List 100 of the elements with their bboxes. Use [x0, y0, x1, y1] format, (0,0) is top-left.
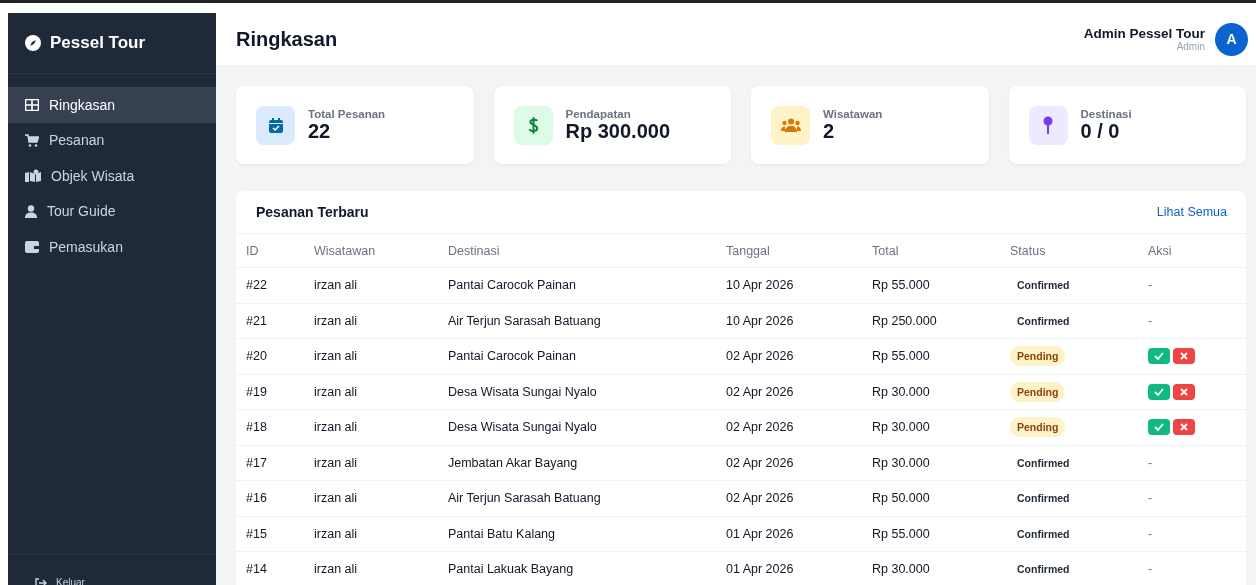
- table-cell-text: Jembatan Akar Bayang: [448, 455, 579, 470]
- compass-icon: [25, 35, 41, 51]
- table-cell-text: Air Terjun Sarasah Batuang: [448, 313, 602, 328]
- table-cell-text: #22: [246, 278, 268, 293]
- table-cell-text: #21: [246, 313, 268, 328]
- table-cell-text: Rp 55.000: [872, 349, 931, 364]
- table-cell-text: #16: [246, 491, 268, 506]
- sidebar-item[interactable]: Objek Wisata: [8, 158, 216, 194]
- column-header: Status: [1010, 243, 1047, 258]
- approve-button[interactable]: [1148, 419, 1170, 436]
- table-cell-text: 02 Apr 2026: [726, 349, 795, 364]
- sidebar-item[interactable]: Tour Guide: [8, 193, 216, 229]
- reject-button[interactable]: [1173, 383, 1195, 400]
- close-icon: [1180, 387, 1188, 396]
- check-icon: [1154, 387, 1164, 396]
- calendar-icon: [268, 117, 283, 133]
- table-cell-text: 02 Apr 2026: [726, 491, 795, 506]
- table-cell-text: Desa Wisata Sungai Nyalo: [448, 420, 598, 435]
- table-cell-text: irzan ali: [314, 420, 359, 435]
- user-name: Admin Pessel Tour: [1083, 26, 1205, 41]
- table-cell-text: irzan ali: [314, 562, 359, 577]
- see-all-link[interactable]: Lihat Semua: [1156, 205, 1227, 219]
- map-icon: [25, 169, 41, 183]
- column-header: Total: [872, 243, 900, 258]
- table-cell-text: irzan ali: [314, 491, 359, 506]
- table-cell-text: irzan ali: [314, 455, 359, 470]
- table-cell-text: 10 Apr 2026: [726, 278, 795, 293]
- status-label: Confirmed: [1016, 278, 1071, 294]
- stat-value: 2: [823, 119, 836, 143]
- status-label: Confirmed: [1016, 313, 1071, 329]
- table-cell-text: Air Terjun Sarasah Batuang: [448, 491, 602, 506]
- table-cell-text: #20: [246, 349, 268, 364]
- status-label: Confirmed: [1016, 491, 1071, 507]
- stat-value: Rp 300.000: [565, 119, 670, 143]
- cart-icon: [25, 133, 39, 147]
- status-badge: Pending: [1010, 346, 1066, 367]
- status-label: Confirmed: [1016, 526, 1071, 542]
- check-icon: [1154, 352, 1164, 361]
- approve-button[interactable]: [1148, 383, 1170, 400]
- reject-button[interactable]: [1173, 419, 1195, 436]
- logout-icon: [35, 577, 47, 585]
- table-cell-text: 02 Apr 2026: [726, 420, 795, 435]
- user-icon: [25, 204, 37, 218]
- status-badge: Pending: [1010, 417, 1066, 438]
- table-cell-text: 10 Apr 2026: [726, 313, 795, 328]
- table-cell-text: Rp 55.000: [872, 526, 931, 541]
- table-cell-text: Rp 30.000: [872, 420, 931, 435]
- sidebar-item[interactable]: Ringkasan: [8, 87, 216, 123]
- stat-label: Pendapatan: [565, 107, 632, 120]
- table-cell-text: Pantai Carocok Painan: [448, 349, 577, 364]
- table-cell: -: [1148, 455, 1153, 470]
- column-header: Destinasi: [448, 243, 501, 258]
- reject-button[interactable]: [1173, 348, 1195, 365]
- brand-name: Pessel Tour: [50, 33, 146, 53]
- table-cell-text: #19: [246, 384, 268, 399]
- avatar[interactable]: A: [1215, 22, 1248, 56]
- stat-value: 0 / 0: [1080, 119, 1121, 143]
- column-header: Tanggal: [726, 243, 771, 258]
- stat-label: Wisatawan: [823, 107, 883, 120]
- table-cell-text: #14: [246, 562, 268, 577]
- user-role: Admin: [1176, 41, 1205, 52]
- table-cell-text: irzan ali: [314, 349, 359, 364]
- close-icon: [1180, 352, 1188, 361]
- status-badge: Pending: [1010, 381, 1066, 402]
- check-icon: [1154, 423, 1164, 432]
- table-cell-text: irzan ali: [314, 526, 359, 541]
- table-cell: -: [1148, 562, 1153, 577]
- stat-value: 22: [308, 119, 332, 143]
- users-icon: [780, 118, 801, 132]
- column-header: Wisatawan: [314, 243, 377, 258]
- table-cell-text: Rp 250.000: [872, 313, 938, 328]
- table-cell-text: 02 Apr 2026: [726, 455, 795, 470]
- pin-icon: [1043, 116, 1053, 134]
- table-cell-text: Pantai Lakuak Bayang: [448, 562, 575, 577]
- wallet-icon: [25, 240, 39, 253]
- sidebar-item[interactable]: Pemasukan: [8, 229, 216, 265]
- table-cell-text: irzan ali: [314, 278, 359, 293]
- table-cell: -: [1148, 278, 1153, 293]
- table-cell-text: #18: [246, 420, 268, 435]
- table-cell-text: Rp 30.000: [872, 384, 931, 399]
- table-cell: -: [1148, 313, 1153, 328]
- table-cell-text: Pantai Carocok Painan: [448, 278, 577, 293]
- page-title: Ringkasan: [236, 27, 338, 51]
- approve-button[interactable]: [1148, 348, 1170, 365]
- table-cell-text: Rp 55.000: [872, 278, 931, 293]
- table-cell-text: #17: [246, 455, 268, 470]
- table-cell-text: 01 Apr 2026: [726, 562, 795, 577]
- table-cell-text: Pantai Batu Kalang: [448, 526, 557, 541]
- status-label: Confirmed: [1016, 455, 1071, 471]
- table-cell: -: [1148, 491, 1153, 506]
- column-header: Aksi: [1148, 243, 1173, 258]
- sidebar-item[interactable]: Pesanan: [8, 122, 216, 158]
- table-cell-text: Rp 50.000: [872, 491, 931, 506]
- table-cell-text: Desa Wisata Sungai Nyalo: [448, 384, 598, 399]
- table-cell: -: [1148, 526, 1153, 541]
- table-cell-text: irzan ali: [314, 384, 359, 399]
- stat-label: Total Pesanan: [308, 107, 386, 120]
- stat-label: Destinasi: [1080, 107, 1132, 120]
- table-cell-text: 01 Apr 2026: [726, 526, 795, 541]
- table-cell-text: 02 Apr 2026: [726, 384, 795, 399]
